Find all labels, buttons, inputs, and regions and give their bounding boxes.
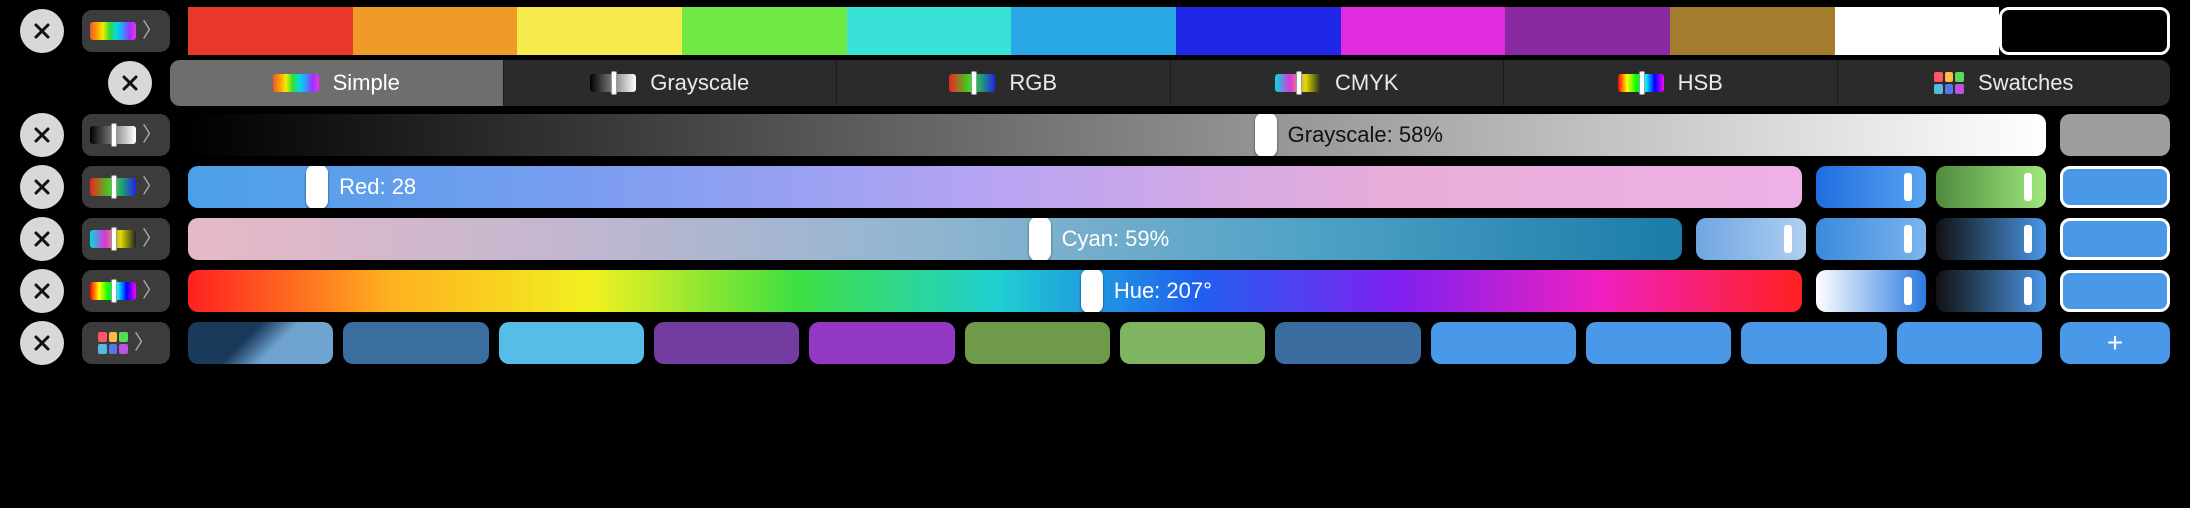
grayscale-icon — [90, 126, 136, 144]
simple-swatch[interactable] — [353, 7, 518, 55]
tab-label: RGB — [1009, 70, 1057, 96]
cmyk-mini-slider[interactable] — [1936, 218, 2046, 260]
close-icon[interactable] — [20, 165, 64, 209]
close-icon[interactable] — [20, 321, 64, 365]
tab-label: CMYK — [1335, 70, 1399, 96]
hsb-mini-slider[interactable] — [1936, 270, 2046, 312]
row-swatches: 〉 + — [20, 320, 2170, 366]
plus-icon: + — [2107, 327, 2123, 359]
cmyk-mini-slider[interactable] — [1816, 218, 1926, 260]
cmyk-preview — [2060, 218, 2170, 260]
mode-chip-grayscale[interactable]: 〉 — [82, 114, 170, 156]
user-swatch[interactable] — [188, 322, 333, 364]
hsb-hue-slider[interactable]: Hue: 207° — [188, 270, 1802, 312]
close-icon[interactable] — [20, 113, 64, 157]
chevron-right-icon: 〉 — [134, 333, 154, 353]
tab-label: Grayscale — [650, 70, 749, 96]
tab-label: HSB — [1678, 70, 1723, 96]
mode-chip-simple[interactable]: 〉 — [82, 10, 170, 52]
row-cmyk: 〉 Cyan: 59% — [20, 216, 2170, 262]
mode-chip-swatches[interactable]: 〉 — [82, 322, 170, 364]
add-swatch-button[interactable]: + — [2060, 322, 2170, 364]
cmyk-icon — [90, 230, 136, 248]
rgb-mini-slider[interactable] — [1816, 166, 1926, 208]
simple-swatch[interactable] — [1176, 7, 1341, 55]
user-swatch[interactable] — [1897, 322, 2042, 364]
hsb-mini-slider[interactable] — [1816, 270, 1926, 312]
row-tabs: Simple Grayscale RGB CMYK HSB Swatches — [20, 60, 2170, 106]
simple-swatch[interactable] — [1505, 7, 1670, 55]
cmyk-value-label: Cyan: 59% — [1062, 226, 1170, 252]
simple-swatch[interactable] — [188, 7, 353, 55]
rgb-preview — [2060, 166, 2170, 208]
user-swatch[interactable] — [499, 322, 644, 364]
grayscale-preview — [2060, 114, 2170, 156]
simple-swatch[interactable] — [1835, 7, 2000, 55]
rgb-red-slider[interactable]: Red: 28 — [188, 166, 1802, 208]
mode-chip-cmyk[interactable]: 〉 — [82, 218, 170, 260]
simple-color-palette[interactable] — [188, 7, 2170, 55]
hsb-value-label: Hue: 207° — [1114, 278, 1212, 304]
user-swatch[interactable] — [343, 322, 488, 364]
rgb-icon — [90, 178, 136, 196]
swatches-icon — [98, 332, 128, 354]
close-icon[interactable] — [20, 9, 64, 53]
chevron-right-icon: 〉 — [142, 125, 162, 145]
tab-label: Swatches — [1978, 70, 2073, 96]
chevron-right-icon: 〉 — [142, 177, 162, 197]
tab-swatches[interactable]: Swatches — [1838, 60, 2171, 106]
user-swatch[interactable] — [654, 322, 799, 364]
grayscale-value-label: Grayscale: 58% — [1288, 122, 1443, 148]
user-swatch[interactable] — [1586, 322, 1731, 364]
chevron-right-icon: 〉 — [142, 21, 162, 41]
row-grayscale: 〉 Grayscale: 58% — [20, 112, 2170, 158]
close-icon[interactable] — [20, 217, 64, 261]
simple-swatch[interactable] — [1670, 7, 1835, 55]
row-hsb: 〉 Hue: 207° — [20, 268, 2170, 314]
tab-cmyk[interactable]: CMYK — [1171, 60, 1505, 106]
user-swatch[interactable] — [965, 322, 1110, 364]
chevron-right-icon: 〉 — [142, 229, 162, 249]
close-icon[interactable] — [108, 61, 152, 105]
user-swatch[interactable] — [1275, 322, 1420, 364]
rgb-value-label: Red: 28 — [339, 174, 416, 200]
rgb-mini-slider[interactable] — [1936, 166, 2046, 208]
simple-swatch[interactable] — [517, 7, 682, 55]
chevron-right-icon: 〉 — [142, 281, 162, 301]
cmyk-cyan-slider[interactable]: Cyan: 59% — [188, 218, 1682, 260]
user-swatch[interactable] — [809, 322, 954, 364]
hsb-icon — [90, 282, 136, 300]
simple-swatch[interactable] — [1341, 7, 1506, 55]
tab-grayscale[interactable]: Grayscale — [504, 60, 838, 106]
row-rgb: 〉 Red: 28 — [20, 164, 2170, 210]
tab-label: Simple — [333, 70, 400, 96]
user-swatch[interactable] — [1120, 322, 1265, 364]
simple-swatch[interactable] — [682, 7, 847, 55]
rainbow-icon — [90, 22, 136, 40]
simple-swatch[interactable] — [1999, 7, 2170, 55]
hsb-preview — [2060, 270, 2170, 312]
close-icon[interactable] — [20, 269, 64, 313]
row-simple: 〉 — [20, 8, 2170, 54]
tab-simple[interactable]: Simple — [170, 60, 504, 106]
tab-hsb[interactable]: HSB — [1504, 60, 1838, 106]
user-swatches — [188, 322, 2042, 364]
tab-rgb[interactable]: RGB — [837, 60, 1171, 106]
mode-chip-rgb[interactable]: 〉 — [82, 166, 170, 208]
color-mode-tabs: Simple Grayscale RGB CMYK HSB Swatches — [170, 60, 2170, 106]
user-swatch[interactable] — [1741, 322, 1886, 364]
user-swatch[interactable] — [1431, 322, 1576, 364]
mode-chip-hsb[interactable]: 〉 — [82, 270, 170, 312]
grayscale-slider[interactable]: Grayscale: 58% — [188, 114, 2046, 156]
simple-swatch[interactable] — [847, 7, 1012, 55]
simple-swatch[interactable] — [1011, 7, 1176, 55]
cmyk-mini-slider[interactable] — [1696, 218, 1806, 260]
